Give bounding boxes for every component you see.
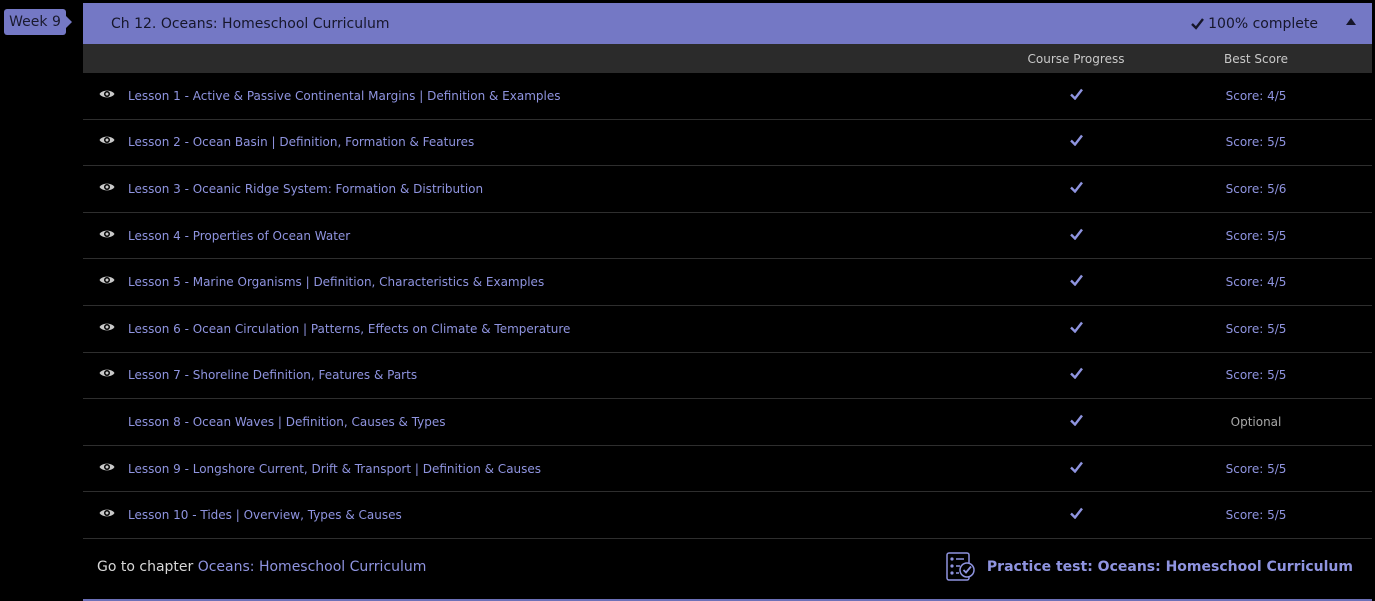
score-cell[interactable]: Score: 4/5: [1191, 89, 1321, 103]
lesson-link[interactable]: Lesson 10 - Tides | Overview, Types & Ca…: [128, 508, 1011, 522]
lesson-link[interactable]: Lesson 6 - Ocean Circulation | Patterns,…: [128, 322, 1011, 336]
progress-cell: [1011, 181, 1141, 193]
lesson-list: Lesson 1 - Active & Passive Continental …: [83, 73, 1372, 539]
completion-text: 100% complete: [1208, 15, 1318, 32]
check-icon: [1069, 507, 1083, 520]
best-score-header: Best Score: [1224, 51, 1288, 66]
eye-cell: [83, 507, 128, 519]
eye-icon: [99, 183, 114, 191]
score-cell[interactable]: Score: 5/5: [1191, 508, 1321, 522]
eye-cell: [83, 181, 128, 193]
practice-test-link[interactable]: Practice test: Oceans: Homeschool Curric…: [945, 552, 1353, 582]
goto-chapter-prefix: Go to chapter: [97, 558, 194, 575]
lesson-link[interactable]: Lesson 8 - Ocean Waves | Definition, Cau…: [128, 415, 1011, 429]
chapter-header[interactable]: Ch 12. Oceans: Homeschool Curriculum 100…: [83, 3, 1372, 44]
completion-status: 100% complete: [1191, 16, 1318, 32]
check-icon: [1069, 321, 1083, 333]
eye-cell: [83, 461, 128, 473]
progress-cell: [1011, 134, 1141, 147]
lesson-row: Lesson 5 - Marine Organisms | Definition…: [83, 259, 1372, 306]
score-cell[interactable]: Score: 5/5: [1191, 462, 1321, 476]
progress-cell: [1011, 88, 1141, 100]
practice-test-label: Practice test: Oceans: Homeschool Curric…: [986, 558, 1353, 575]
week-badge: Week 9: [4, 9, 72, 35]
progress-cell: [1011, 228, 1141, 240]
eye-cell: [83, 134, 128, 146]
lesson-row: Lesson 2 - Ocean Basin | Definition, For…: [83, 120, 1372, 167]
caret-up-icon[interactable]: [1346, 18, 1356, 25]
check-icon: [1069, 274, 1083, 287]
eye-cell: [83, 321, 128, 333]
lesson-link[interactable]: Lesson 4 - Properties of Ocean Water: [128, 229, 1011, 243]
lesson-link[interactable]: Lesson 9 - Longshore Current, Drift & Tr…: [128, 462, 1011, 476]
eye-icon: [99, 137, 114, 144]
chapter-footer: Go to chapter Oceans: Homeschool Curricu…: [83, 539, 1372, 595]
chapter-title: Ch 12. Oceans: Homeschool Curriculum: [111, 15, 390, 32]
score-cell: Optional: [1230, 414, 1282, 429]
eye-icon: [99, 463, 114, 470]
checklist-icon: [946, 552, 975, 582]
chapter-panel: Ch 12. Oceans: Homeschool Curriculum 100…: [83, 3, 1372, 601]
progress-cell: [1011, 507, 1141, 520]
eye-icon: [99, 509, 114, 517]
lesson-row: Lesson 1 - Active & Passive Continental …: [83, 73, 1372, 120]
eye-icon: [99, 230, 114, 237]
column-header: Course Progress Best Score: [83, 44, 1372, 73]
eye-icon: [99, 276, 114, 284]
check-icon: [1069, 461, 1083, 473]
lesson-row: Lesson 7 - Shoreline Definition, Feature…: [83, 353, 1372, 400]
check-icon: [1069, 88, 1083, 100]
score-cell[interactable]: Score: 5/6: [1191, 182, 1321, 196]
lesson-row: Lesson 9 - Longshore Current, Drift & Tr…: [83, 446, 1372, 493]
goto-chapter: Go to chapter Oceans: Homeschool Curricu…: [97, 559, 945, 575]
check-icon: [1069, 414, 1083, 426]
lesson-link[interactable]: Lesson 7 - Shoreline Definition, Feature…: [128, 368, 1011, 382]
check-icon: [1069, 135, 1083, 147]
lesson-link[interactable]: Lesson 5 - Marine Organisms | Definition…: [128, 275, 1011, 289]
progress-cell: [1011, 414, 1141, 426]
check-icon: [1069, 228, 1083, 240]
score-cell[interactable]: Score: 5/5: [1191, 368, 1321, 382]
lesson-row: Lesson 4 - Properties of Ocean Water Scor…: [83, 213, 1372, 260]
eye-cell: [83, 274, 128, 286]
lesson-link[interactable]: Lesson 2 - Ocean Basin | Definition, For…: [128, 135, 1011, 149]
eye-icon: [99, 323, 114, 331]
progress-cell: [1011, 461, 1141, 473]
lesson-link[interactable]: Lesson 3 - Oceanic Ridge System: Formati…: [128, 182, 1011, 196]
course-progress-header: Course Progress: [1027, 51, 1125, 66]
score-cell[interactable]: Score: 5/5: [1191, 229, 1321, 243]
lesson-row: Lesson 10 - Tides | Overview, Types & Ca…: [83, 492, 1372, 539]
eye-cell: [83, 367, 128, 379]
progress-cell: [1011, 367, 1141, 380]
progress-cell: [1011, 321, 1141, 333]
score-cell[interactable]: Score: 5/5: [1191, 322, 1321, 336]
lesson-row: Lesson 3 - Oceanic Ridge System: Formati…: [83, 166, 1372, 213]
eye-cell: [83, 228, 128, 240]
check-icon: [1191, 18, 1205, 30]
score-cell[interactable]: Score: 4/5: [1191, 275, 1321, 289]
lesson-link[interactable]: Lesson 1 - Active & Passive Continental …: [128, 89, 1011, 103]
eye-cell: [83, 88, 128, 100]
score-cell[interactable]: Score: 5/5: [1191, 135, 1321, 149]
lesson-row: Lesson 6 - Ocean Circulation | Patterns,…: [83, 306, 1372, 353]
check-icon: [1069, 368, 1083, 380]
lesson-row: Lesson 8 - Ocean Waves | Definition, Cau…: [83, 399, 1372, 446]
goto-chapter-link[interactable]: Oceans: Homeschool Curriculum: [198, 559, 427, 575]
eye-icon: [99, 90, 114, 98]
check-icon: [1069, 181, 1083, 193]
progress-cell: [1011, 274, 1141, 287]
eye-icon: [99, 369, 114, 377]
